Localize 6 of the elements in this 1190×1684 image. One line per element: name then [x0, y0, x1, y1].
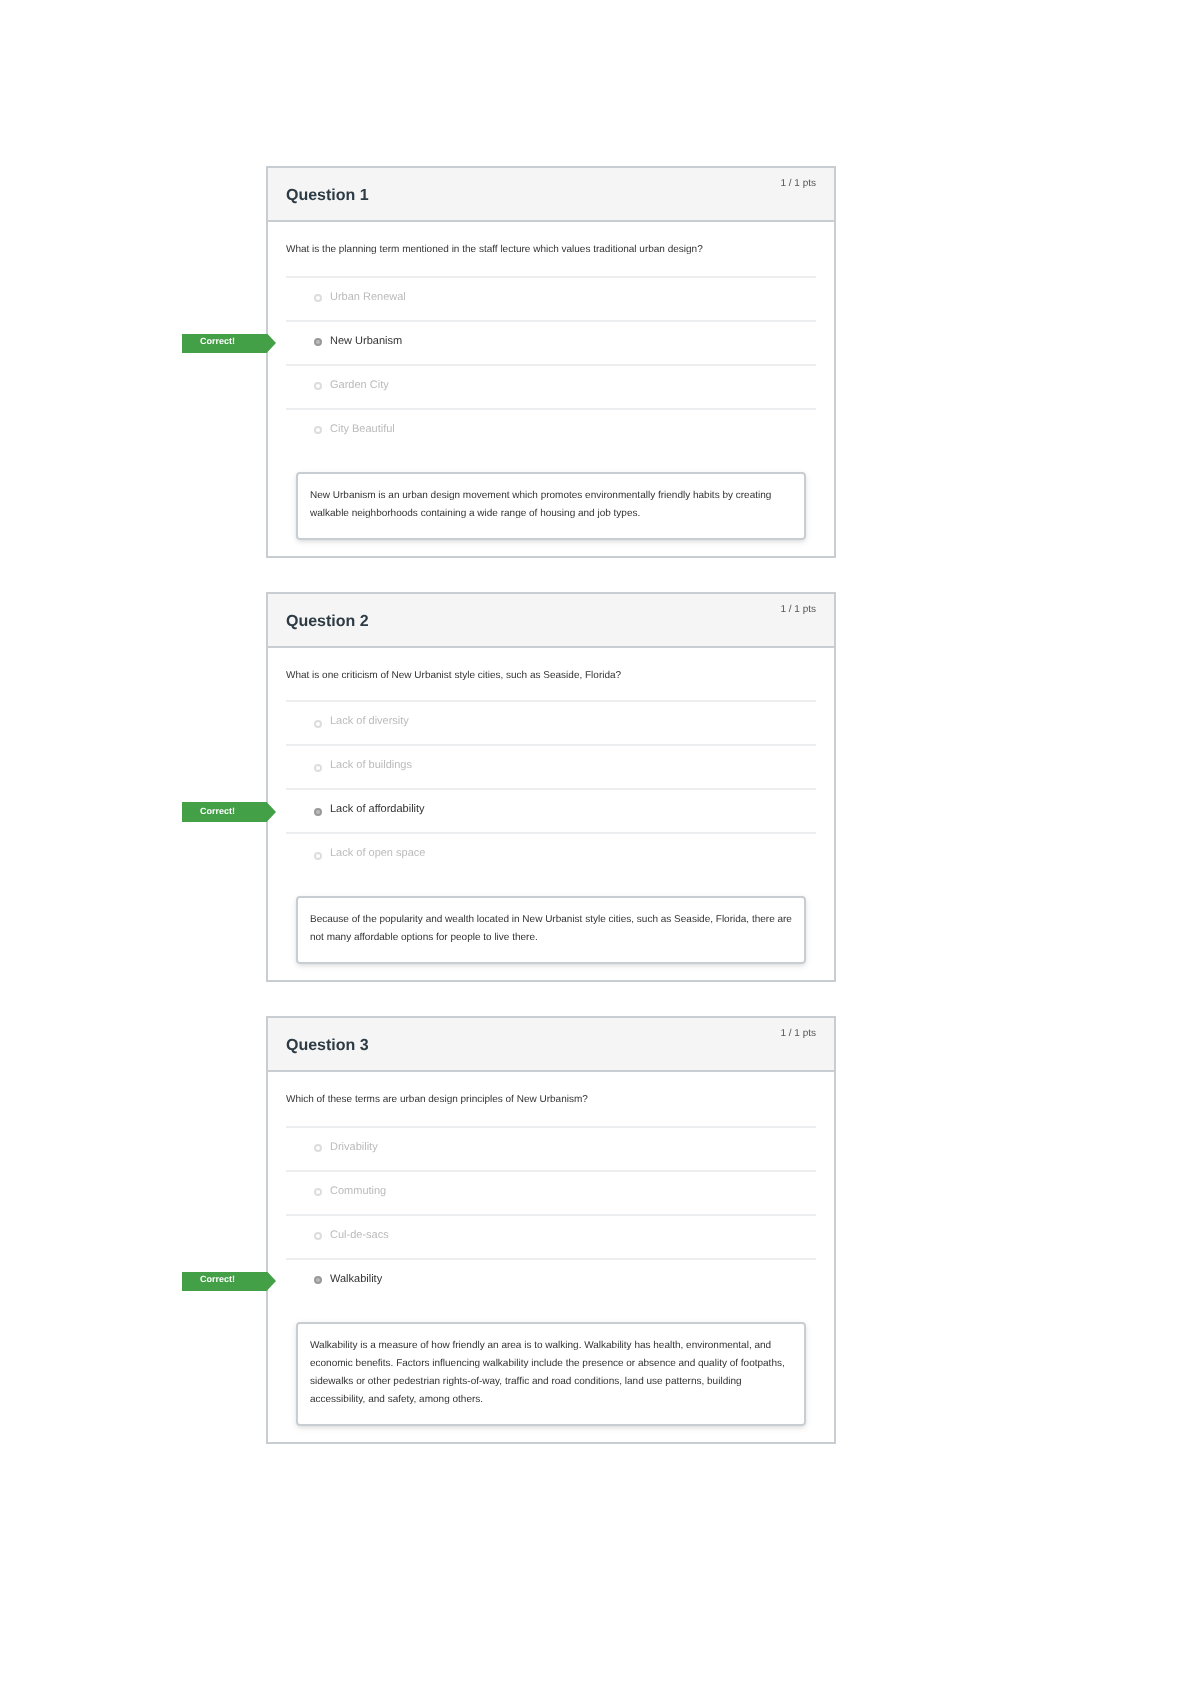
radio-button[interactable]	[314, 1276, 322, 1284]
radio-button[interactable]	[314, 807, 322, 815]
radio-button[interactable]	[314, 338, 322, 346]
question-title: Question 3	[286, 1034, 369, 1058]
question-title: Question 1	[286, 184, 369, 208]
question-title: Question 2	[286, 609, 369, 633]
